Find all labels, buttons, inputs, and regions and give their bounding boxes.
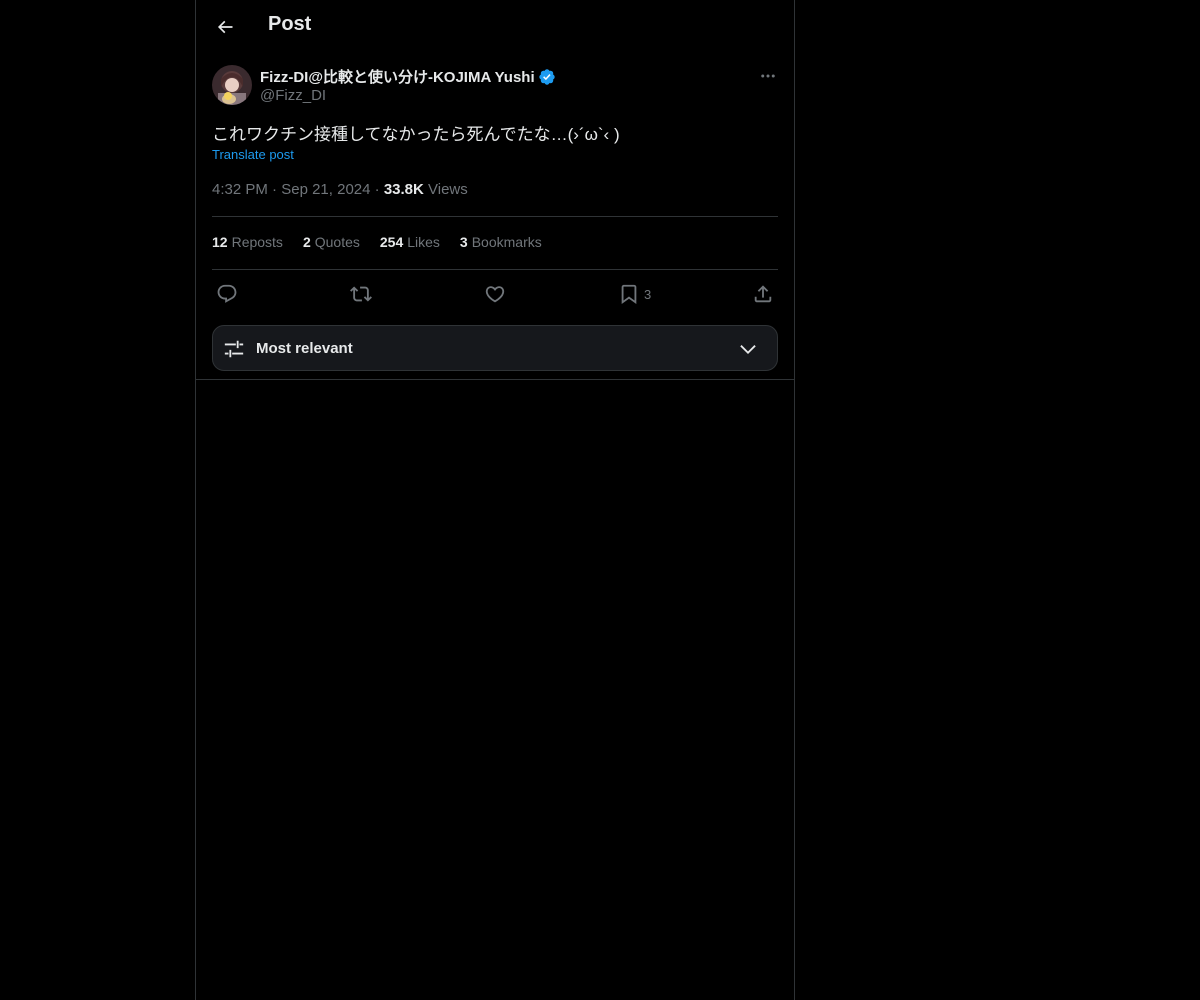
page-title: Post (268, 13, 312, 35)
sort-label: Most relevant (256, 340, 353, 357)
post-date[interactable]: Sep 21, 2024 (281, 181, 370, 198)
arrow-left-icon (217, 20, 233, 34)
page-header: Post (196, 0, 794, 54)
heart-icon (485, 286, 505, 303)
back-button[interactable] (208, 10, 242, 44)
avatar[interactable] (212, 65, 252, 105)
stat-reposts[interactable]: 12 Reposts (212, 234, 283, 254)
reply-sort-dropdown[interactable]: Most relevant (212, 325, 778, 371)
share-button[interactable] (752, 280, 774, 308)
more-options-button[interactable] (756, 64, 780, 88)
action-bar: 3 (196, 280, 794, 308)
sliders-icon (223, 338, 245, 365)
reply-icon (217, 284, 237, 303)
main-column: Post Fizz-DI@比較と使い分け-KOJIMA Yushi @Fizz_… (195, 0, 795, 1000)
post-time[interactable]: 4:32 PM (212, 181, 268, 198)
like-button[interactable] (484, 280, 506, 308)
stat-quotes[interactable]: 2 Quotes (303, 234, 360, 254)
repost-icon (350, 286, 372, 302)
bookmark-icon (621, 284, 637, 305)
author-name-text: Fizz-DI@比較と使い分け-KOJIMA Yushi (260, 69, 535, 86)
meta-separator: · (272, 181, 278, 198)
bookmark-count: 3 (644, 286, 652, 302)
translate-post-link[interactable]: Translate post (212, 147, 294, 162)
divider (212, 216, 778, 217)
repost-button[interactable] (350, 280, 372, 308)
meta-separator: · (374, 181, 380, 198)
divider (212, 269, 778, 270)
views-label: Views (428, 181, 468, 198)
share-icon (754, 285, 772, 303)
divider (196, 379, 794, 380)
author-name[interactable]: Fizz-DI@比較と使い分け-KOJIMA Yushi (260, 66, 556, 87)
reply-button[interactable] (216, 280, 238, 308)
stat-bookmarks[interactable]: 3 Bookmarks (460, 234, 542, 254)
author-handle[interactable]: @Fizz_DI (260, 87, 326, 104)
bookmark-button[interactable]: 3 (618, 280, 651, 308)
post-text: これワクチン接種してなかったら死んでたな…(›´ω`‹ ) (212, 125, 620, 144)
views-count: 33.8K (383, 181, 424, 198)
chevron-down-icon (737, 339, 759, 364)
engagement-stats: 12 Reposts 2 Quotes 254 Likes 3 Bookmarks (212, 234, 562, 254)
verified-badge-icon (538, 68, 556, 86)
post-meta: 4:32 PM · Sep 21, 2024 · 33.8K Views (212, 181, 468, 198)
more-icon (761, 74, 775, 78)
stat-likes[interactable]: 254 Likes (380, 234, 440, 254)
